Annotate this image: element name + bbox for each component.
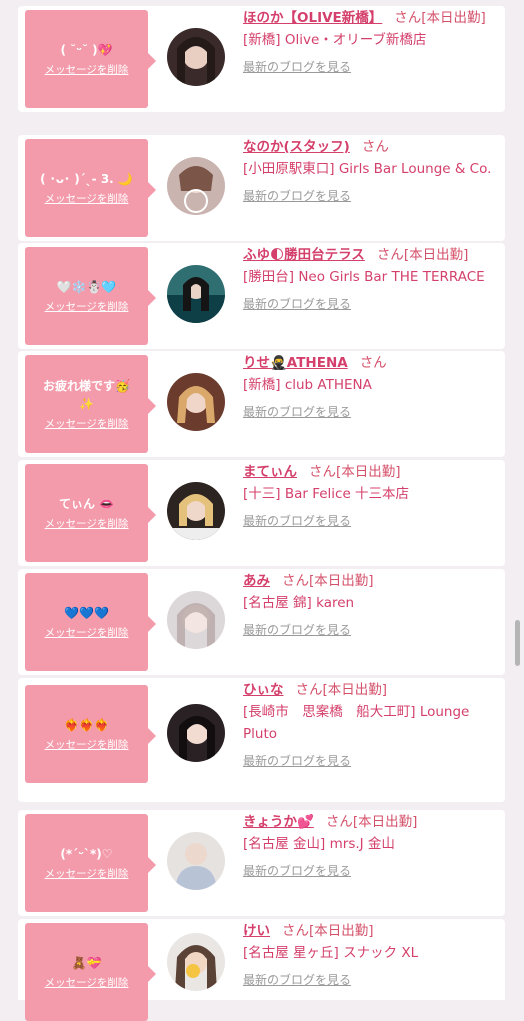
san-label: さん bbox=[282, 573, 309, 589]
list-item: 🧸💝 メッセージを削除 けい さん[本日出勤] [名古屋 星ヶ丘] スナック XL… bbox=[18, 919, 505, 1021]
status-badge: [本日出勤] bbox=[336, 464, 401, 480]
message-text: 💙💙💙 bbox=[64, 606, 109, 620]
avatar[interactable] bbox=[167, 265, 225, 323]
san-label: さん bbox=[361, 139, 389, 155]
status-badge: [本日出勤] bbox=[403, 247, 469, 263]
cast-name-link[interactable]: りせ🥷ATHENA bbox=[243, 355, 348, 371]
avatar[interactable] bbox=[167, 591, 225, 649]
cast-name-link[interactable]: まてぃん bbox=[243, 464, 297, 480]
cast-info: ふゆ🌓勝田台テラス さん[本日出勤] [勝田台] Neo Girls Bar TH… bbox=[243, 244, 501, 313]
status-badge: [本日出勤] bbox=[309, 573, 374, 589]
list-item: 🤍❄️☃️🩵 メッセージを削除 ふゆ🌓勝田台テラス さん[本日出勤] [勝田台] … bbox=[18, 243, 505, 349]
cast-info: まてぃん さん[本日出勤] [十三] Bar Felice 十三本店 最新のブログ… bbox=[243, 461, 501, 530]
delete-message-link[interactable]: メッセージを削除 bbox=[45, 300, 129, 314]
shop-name: [名古屋 金山] mrs.J 金山 bbox=[243, 836, 395, 852]
cast-info: けい さん[本日出勤] [名古屋 星ヶ丘] スナック XL 最新のブログを見る bbox=[243, 920, 501, 989]
list-item: ( ˘ᵕ˘ )💖 メッセージを削除 ほのか【OLIVE新橋】 さん[本日出勤] [… bbox=[18, 6, 505, 112]
cast-info: あみ さん[本日出勤] [名古屋 錦] karen 最新のブログを見る bbox=[243, 570, 501, 639]
message-bubble: ❤️‍🔥❤️‍🔥❤️‍🔥 メッセージを削除 bbox=[25, 685, 156, 783]
avatar[interactable] bbox=[167, 482, 225, 540]
san-label: さん bbox=[282, 923, 309, 939]
cast-info: ほのか【OLIVE新橋】 さん[本日出勤] [新橋] Olive・オリーブ新橋店 … bbox=[243, 7, 501, 76]
list-item: てぃん 👄 メッセージを削除 まてぃん さん[本日出勤] [十三] Bar Fel… bbox=[18, 460, 505, 566]
latest-blog-link[interactable]: 最新のブログを見る bbox=[243, 58, 351, 76]
status-badge: [本日出勤] bbox=[309, 923, 374, 939]
list-item: ❤️‍🔥❤️‍🔥❤️‍🔥 メッセージを削除 ひぃな さん[本日出勤] [長崎市 思… bbox=[18, 678, 505, 802]
avatar[interactable] bbox=[167, 933, 225, 991]
cast-name-link[interactable]: けい bbox=[243, 923, 270, 939]
shop-name: [名古屋 星ヶ丘] スナック XL bbox=[243, 945, 419, 961]
san-label: さん bbox=[359, 355, 387, 371]
cast-name-link[interactable]: きょうか💕 bbox=[243, 814, 314, 830]
status-badge: [本日出勤] bbox=[352, 814, 418, 830]
latest-blog-link[interactable]: 最新のブログを見る bbox=[243, 512, 351, 530]
list-item: (*ˊᵕˋ*)♡ メッセージを削除 きょうか💕 さん[本日出勤] [名古屋 金山]… bbox=[18, 810, 505, 916]
cast-info: なのか(スタッフ) さん [小田原駅東口] Girls Bar Lounge & … bbox=[243, 136, 501, 205]
latest-blog-link[interactable]: 最新のブログを見る bbox=[243, 187, 351, 205]
shop-name: [新橋] Olive・オリーブ新橋店 bbox=[243, 32, 427, 48]
list-item: 💙💙💙 メッセージを削除 あみ さん[本日出勤] [名古屋 錦] karen 最新… bbox=[18, 569, 505, 675]
delete-message-link[interactable]: メッセージを削除 bbox=[45, 738, 129, 752]
message-bubble: 🤍❄️☃️🩵 メッセージを削除 bbox=[25, 247, 156, 345]
status-badge: [本日出勤] bbox=[322, 682, 388, 698]
latest-blog-link[interactable]: 最新のブログを見る bbox=[243, 295, 351, 313]
cast-name-link[interactable]: なのか(スタッフ) bbox=[243, 139, 350, 155]
message-text: てぃん 👄 bbox=[58, 497, 115, 511]
cast-name-link[interactable]: ほのか【OLIVE新橋】 bbox=[243, 10, 382, 26]
latest-blog-link[interactable]: 最新のブログを見る bbox=[243, 621, 351, 639]
list-item: お疲れ様です🥳 ✨ メッセージを削除 りせ🥷ATHENA さん [新橋] club… bbox=[18, 351, 505, 457]
delete-message-link[interactable]: メッセージを削除 bbox=[45, 517, 129, 531]
cast-info: りせ🥷ATHENA さん [新橋] club ATHENA 最新のブログを見る bbox=[243, 352, 501, 421]
cast-name-link[interactable]: あみ bbox=[243, 573, 270, 589]
avatar[interactable] bbox=[167, 704, 225, 762]
san-label: さん bbox=[309, 464, 336, 480]
message-bubble: ( ˘ᵕ˘ )💖 メッセージを削除 bbox=[25, 10, 156, 108]
shop-name: [十三] Bar Felice 十三本店 bbox=[243, 486, 410, 502]
message-bubble: ( ･ᴗ･ )ˊˎ- 3. 🌙 メッセージを削除 bbox=[25, 139, 156, 237]
shop-name: [小田原駅東口] Girls Bar Lounge & Co. bbox=[243, 161, 492, 177]
latest-blog-link[interactable]: 最新のブログを見る bbox=[243, 862, 351, 880]
cast-info: ひぃな さん[本日出勤] [長崎市 思案橋 船大工町] Lounge Pluto … bbox=[243, 679, 501, 770]
cast-info: きょうか💕 さん[本日出勤] [名古屋 金山] mrs.J 金山 最新のブログを見… bbox=[243, 811, 501, 880]
delete-message-link[interactable]: メッセージを削除 bbox=[45, 976, 129, 990]
status-badge: [本日出勤] bbox=[421, 10, 486, 26]
san-label: さん bbox=[295, 682, 323, 698]
message-bubble: (*ˊᵕˋ*)♡ メッセージを削除 bbox=[25, 814, 156, 912]
message-text: 🤍❄️☃️🩵 bbox=[56, 280, 117, 294]
avatar[interactable] bbox=[167, 373, 225, 431]
message-bubble: お疲れ様です🥳 ✨ メッセージを削除 bbox=[25, 355, 156, 453]
message-text: ( ･ᴗ･ )ˊˎ- 3. 🌙 bbox=[40, 172, 133, 186]
latest-blog-link[interactable]: 最新のブログを見る bbox=[243, 752, 351, 770]
delete-message-link[interactable]: メッセージを削除 bbox=[45, 192, 129, 206]
latest-blog-link[interactable]: 最新のブログを見る bbox=[243, 971, 351, 989]
avatar[interactable] bbox=[167, 157, 225, 215]
latest-blog-link[interactable]: 最新のブログを見る bbox=[243, 403, 351, 421]
san-label: さん bbox=[376, 247, 404, 263]
delete-message-link[interactable]: メッセージを削除 bbox=[45, 63, 129, 77]
delete-message-link[interactable]: メッセージを削除 bbox=[45, 417, 129, 431]
shop-name: [新橋] club ATHENA bbox=[243, 377, 372, 393]
shop-name: [長崎市 思案橋 船大工町] Lounge Pluto bbox=[243, 704, 470, 742]
delete-message-link[interactable]: メッセージを削除 bbox=[45, 626, 129, 640]
cast-name-link[interactable]: ふゆ🌓勝田台テラス bbox=[243, 247, 365, 263]
scrollbar[interactable] bbox=[515, 620, 520, 666]
message-text: ❤️‍🔥❤️‍🔥❤️‍🔥 bbox=[64, 718, 109, 732]
message-text: ( ˘ᵕ˘ )💖 bbox=[60, 43, 113, 57]
avatar[interactable] bbox=[167, 832, 225, 890]
cast-name-link[interactable]: ひぃな bbox=[243, 682, 284, 698]
shop-name: [勝田台] Neo Girls Bar THE TERRACE bbox=[243, 269, 485, 285]
san-label: さん bbox=[394, 10, 422, 26]
message-text: 🧸💝 bbox=[71, 956, 102, 970]
message-bubble: 💙💙💙 メッセージを削除 bbox=[25, 573, 156, 671]
message-text: お疲れ様です🥳 ✨ bbox=[43, 379, 130, 411]
message-text: (*ˊᵕˋ*)♡ bbox=[60, 847, 113, 861]
san-label: さん bbox=[325, 814, 353, 830]
message-bubble: 🧸💝 メッセージを削除 bbox=[25, 923, 156, 1021]
shop-name: [名古屋 錦] karen bbox=[243, 595, 355, 611]
list-item: ( ･ᴗ･ )ˊˎ- 3. 🌙 メッセージを削除 なのか(スタッフ) さん [小田… bbox=[18, 135, 505, 241]
delete-message-link[interactable]: メッセージを削除 bbox=[45, 867, 129, 881]
message-bubble: てぃん 👄 メッセージを削除 bbox=[25, 464, 156, 562]
avatar[interactable] bbox=[167, 28, 225, 86]
